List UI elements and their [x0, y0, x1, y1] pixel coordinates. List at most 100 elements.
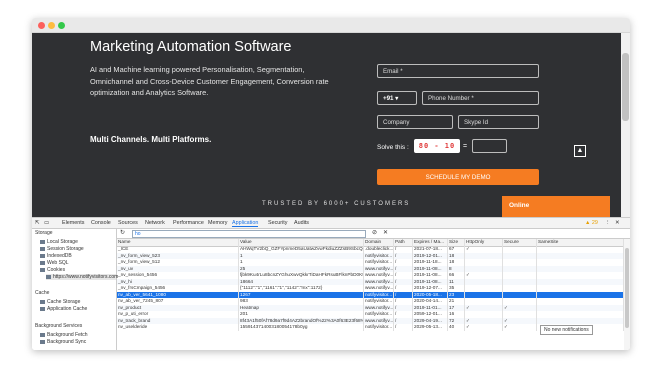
close-window-button[interactable] — [38, 21, 45, 29]
title-bar — [32, 18, 630, 33]
captcha-answer-input[interactable] — [472, 139, 507, 153]
maximize-window-button[interactable] — [58, 21, 65, 29]
tab-memory[interactable]: Memory — [208, 220, 227, 226]
sidebar-item-label: Cache — [35, 290, 50, 296]
online-chat-widget[interactable]: Online — [502, 196, 610, 217]
country-code-select[interactable]: +91 ▾ — [377, 91, 417, 105]
notification-tooltip: No new notifications — [540, 325, 593, 335]
storage-icon — [40, 246, 45, 251]
cookie-filter-bar: ↻ ho ⊘ ✕ — [117, 229, 630, 239]
tab-performance[interactable]: Performance — [173, 220, 204, 226]
table-cell: 40 — [448, 324, 465, 331]
page-title: Marketing Automation Software — [90, 39, 292, 55]
chevron-up-icon: ▲ — [576, 147, 584, 154]
sidebar-item-label: Application Cache — [47, 306, 88, 312]
sidebar-storage-header: Storage — [35, 230, 53, 236]
country-code-value: +91 — [383, 94, 394, 102]
sidebar-item-cookie-origin[interactable]: https://www.notifyvisitors.com — [46, 274, 119, 280]
sidebar-item-web-sql[interactable]: Web SQL — [40, 260, 69, 266]
tab-network[interactable]: Network — [145, 220, 165, 226]
refresh-icon[interactable]: ↻ — [120, 229, 125, 236]
sidebar-item-label: Cookies — [47, 267, 66, 273]
filter-input[interactable]: ho — [132, 230, 366, 238]
clear-all-icon[interactable]: ⊘ — [372, 229, 377, 236]
sidebar-item-cookies[interactable]: Cookies — [40, 267, 65, 273]
storage-icon — [46, 274, 51, 279]
sidebar-item-label: Cache Storage — [47, 299, 81, 305]
table-cell: nv_uselderide — [117, 324, 239, 331]
cookie-table-scrollbar-thumb[interactable] — [625, 248, 629, 328]
schedule-demo-button[interactable]: SCHEDULE MY DEMO — [377, 169, 539, 185]
chevron-down-icon: ▾ — [395, 94, 399, 102]
table-cell: notifyvisitor... — [365, 324, 394, 331]
sidebar-item-background-fetch[interactable]: Background Fetch — [40, 332, 88, 338]
sidebar-item-session-storage[interactable]: Session Storage — [40, 246, 84, 252]
table-cell: / — [394, 324, 413, 331]
sidebar-item-label: Background Fetch — [47, 332, 88, 338]
browser-window: Marketing Automation Software AI and Mac… — [32, 18, 630, 350]
captcha-label: Solve this : — [377, 144, 409, 151]
tab-application[interactable]: Application — [232, 220, 259, 227]
captcha-equals: = — [463, 143, 468, 150]
sidebar-item-label: Session Storage — [47, 246, 84, 252]
more-options-icon[interactable]: ⋮ — [605, 220, 610, 226]
sidebar-item-label: Background Sync — [47, 339, 87, 345]
warning-badge[interactable]: ▲ 29 — [585, 220, 598, 226]
sidebar-item-background-sync[interactable]: Background Sync — [40, 339, 86, 345]
hero-tagline: Multi Channels. Multi Platforms. — [90, 135, 212, 144]
storage-icon — [40, 267, 45, 272]
application-sidebar: Storage Local Storage Session Storage Index… — [32, 229, 119, 350]
column-header: Name — [117, 239, 239, 246]
web-page: Marketing Automation Software AI and Mac… — [32, 33, 630, 217]
table-cell: ✓ — [465, 324, 503, 331]
column-header: Size — [448, 239, 465, 246]
sidebar-item-indexeddb[interactable]: IndexedDB — [40, 253, 72, 259]
sidebar-item-label: Background Services — [35, 323, 83, 329]
minimize-window-button[interactable] — [48, 21, 55, 29]
table-cell: 1559143714003180054178b0yg — [239, 324, 364, 331]
column-header: Domain — [364, 239, 394, 246]
tab-sources[interactable]: Sources — [118, 220, 138, 226]
tab-security[interactable]: Security — [268, 220, 287, 226]
tab-console[interactable]: Console — [91, 220, 111, 226]
inspect-icon[interactable]: ⇱ — [35, 220, 40, 226]
devtools-tab-bar: ⇱ ▭ ▲ 29 ⋮ ✕ Elements Console Sources Netwo… — [32, 218, 630, 229]
hero-description: AI and Machine learning powered Personal… — [90, 65, 329, 97]
column-header: Value — [239, 239, 364, 246]
storage-icon — [40, 253, 45, 258]
storage-icon — [40, 299, 45, 304]
delete-selected-icon[interactable]: ✕ — [383, 229, 388, 236]
scroll-to-top-button[interactable]: ▲ — [574, 145, 586, 157]
page-scrollbar-thumb[interactable] — [622, 53, 629, 121]
skype-field[interactable]: Skype Id — [458, 115, 539, 129]
sidebar-item-cache-storage[interactable]: Cache Storage — [40, 299, 80, 305]
storage-icon — [40, 332, 45, 337]
company-field[interactable]: Company — [377, 115, 453, 129]
sidebar-item-local-storage[interactable]: Local Storage — [40, 239, 78, 245]
sidebar-item-application-cache[interactable]: Application Cache — [40, 306, 87, 312]
column-header: Secure — [503, 239, 537, 246]
sidebar-item-label: Storage — [35, 230, 53, 236]
tab-audits[interactable]: Audits — [294, 220, 309, 226]
close-devtools-icon[interactable]: ✕ — [615, 220, 620, 226]
email-field[interactable]: Email * — [377, 64, 539, 78]
sidebar-item-label: Web SQL — [47, 260, 69, 266]
column-header: HttpOnly — [465, 239, 503, 246]
sidebar-cache-header: Cache — [35, 290, 49, 296]
captcha-expression: 80 - 10 — [414, 139, 460, 153]
storage-icon — [40, 239, 45, 244]
sidebar-item-label: https://www.notifyvisitors.com — [53, 274, 119, 280]
column-header: Path — [394, 239, 413, 246]
tab-elements[interactable]: Elements — [62, 220, 84, 226]
device-toolbar-icon[interactable]: ▭ — [44, 220, 49, 226]
sidebar-background-services-header: Background Services — [35, 323, 82, 329]
storage-icon — [40, 306, 45, 311]
phone-field[interactable]: Phone Number * — [422, 91, 539, 105]
table-cell: 2029-05-13... — [413, 324, 448, 331]
storage-icon — [40, 260, 45, 265]
storage-icon — [40, 339, 45, 344]
column-header: SameSite — [537, 239, 624, 246]
table-cell: ✓ — [503, 324, 537, 331]
sidebar-item-label: IndexedDB — [47, 253, 72, 259]
column-header: Expires / Ma... — [413, 239, 448, 246]
